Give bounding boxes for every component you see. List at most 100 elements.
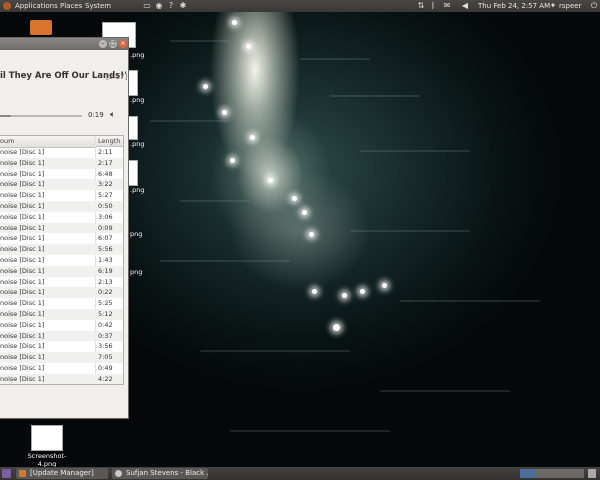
window-titlebar[interactable]: – □ × [0, 38, 128, 50]
taskbar-button-update-manager[interactable]: [Update Manager] [16, 468, 108, 479]
table-row[interactable]: noise [Disc 1] 0:50 [0, 201, 123, 212]
water-ripple [170, 40, 230, 42]
water-ripple [160, 260, 290, 262]
table-row[interactable]: noise [Disc 1] 5:56 [0, 244, 123, 255]
column-header-length[interactable]: Length [96, 136, 123, 147]
ubuntu-logo-icon[interactable] [3, 2, 11, 10]
track-album: noise [Disc 1] [0, 266, 45, 275]
track-album: noise [Disc 1] [0, 320, 45, 329]
places-menu[interactable]: Places [60, 0, 82, 12]
system-menu[interactable]: System [85, 0, 111, 12]
track-album: noise [Disc 1] [0, 158, 45, 167]
water-ripple [180, 200, 250, 202]
browser-launcher-icon[interactable]: ◉ [154, 1, 164, 11]
track-album: noise [Disc 1] [0, 223, 45, 232]
track-length: 5:25 [98, 299, 113, 308]
table-row[interactable]: noise [Disc 1] 2:17 [0, 157, 123, 169]
table-row[interactable]: noise [Disc 1] 0:42 [0, 320, 123, 331]
track-length: 0:49 [98, 364, 113, 372]
track-album: noise [Disc 1] [0, 256, 45, 264]
user-menu[interactable]: rspeer [559, 0, 581, 12]
workspace-switcher[interactable] [520, 469, 584, 478]
folder-icon[interactable] [30, 20, 52, 35]
water-sparkle [203, 84, 208, 89]
terminal-launcher-icon[interactable]: ▭ [142, 1, 152, 11]
track-length: 3:22 [98, 180, 113, 189]
network-icon[interactable]: ⇅ [416, 1, 426, 11]
track-length: 2:13 [98, 277, 113, 286]
desktop-icon-label: .png [130, 51, 145, 59]
seek-bar[interactable] [0, 115, 82, 117]
table-row[interactable]: noise [Disc 1] 6:48 [0, 169, 123, 180]
table-row[interactable]: noise [Disc 1] 6:19 [0, 265, 123, 277]
table-row[interactable]: noise [Disc 1] 1:43 [0, 255, 123, 266]
track-length: 5:12 [98, 310, 113, 318]
water-ripple [150, 120, 230, 122]
table-row[interactable]: noise [Disc 1] 3:06 [0, 212, 123, 223]
track-album: noise [Disc 1] [0, 374, 45, 383]
music-player-window: – □ × il They Are Off Our Lands!' [2:17]… [0, 37, 129, 419]
track-length: 3:56 [98, 342, 113, 351]
screenshot-file-icon[interactable] [31, 425, 63, 451]
track-album: noise [Disc 1] [0, 191, 45, 200]
table-row[interactable]: noise [Disc 1] 3:22 [0, 179, 123, 191]
power-icon[interactable]: ⏻ [589, 1, 599, 11]
water-sparkle [230, 158, 235, 163]
maximize-button[interactable]: □ [109, 40, 117, 48]
table-row[interactable]: noise [Disc 1] 2:11 [0, 147, 123, 158]
trash-icon[interactable] [588, 469, 596, 478]
volume-button-icon[interactable]: 🔈︎ [110, 110, 115, 120]
bottom-panel: [Update Manager] Sufjan Stevens - Black … [0, 467, 600, 480]
track-album: noise [Disc 1] [0, 277, 45, 286]
help-launcher-icon[interactable]: ? [166, 1, 176, 11]
table-row[interactable]: noise [Disc 1] 0:37 [0, 330, 123, 342]
track-album: noise [Disc 1] [0, 169, 45, 178]
taskbar-label: Sufjan Stevens - Black ... [126, 469, 208, 477]
mail-icon[interactable]: ✉ [442, 1, 452, 11]
water-sparkle [312, 289, 317, 294]
bluetooth-icon[interactable]: ᛒ [428, 1, 438, 11]
close-button[interactable]: × [119, 40, 127, 48]
water-sparkle [222, 110, 227, 115]
table-row[interactable]: noise [Disc 1] 6:07 [0, 233, 123, 244]
track-length: 6:48 [98, 169, 113, 178]
desktop-icon-label: png [130, 230, 143, 238]
track-album: noise [Disc 1] [0, 288, 45, 297]
clock[interactable]: Thu Feb 24, 2:57 AM [478, 0, 550, 12]
taskbar-button-music-player[interactable]: Sufjan Stevens - Black ... [112, 468, 208, 479]
volume-icon[interactable]: ◀ [460, 1, 470, 11]
table-row[interactable]: noise [Disc 1] 0:49 [0, 363, 123, 374]
table-row[interactable]: noise [Disc 1] 5:27 [0, 190, 123, 201]
seek-progress [0, 115, 12, 117]
track-length: 6:19 [98, 266, 113, 275]
minimize-button[interactable]: – [99, 40, 107, 48]
table-row[interactable]: noise [Disc 1] 0:09 [0, 222, 123, 234]
workspace-1[interactable] [520, 469, 535, 478]
table-row[interactable]: noise [Disc 1] 7:05 [0, 352, 123, 363]
desktop-icon-label: .png [130, 186, 145, 194]
track-list[interactable]: oum Length noise [Disc 1] 2:11 noise [Disc… [0, 135, 124, 385]
table-row[interactable]: noise [Disc 1] 4:22 [0, 373, 123, 384]
music-player-icon [115, 470, 122, 477]
applications-menu[interactable]: Applications [15, 0, 58, 12]
taskbar-label: [Update Manager] [30, 469, 94, 477]
table-row[interactable]: noise [Disc 1] 5:25 [0, 298, 123, 309]
table-row[interactable]: noise [Disc 1] 2:13 [0, 277, 123, 288]
track-length: 2:11 [98, 148, 113, 156]
desktop-icon-label: .png [130, 96, 145, 104]
user-status-icon[interactable]: ✦ [548, 1, 558, 11]
water-ripple [330, 95, 420, 97]
track-album: noise [Disc 1] [0, 202, 45, 210]
table-row[interactable]: noise [Disc 1] 3:56 [0, 341, 123, 352]
app-launcher-icon[interactable]: ✱ [178, 1, 188, 11]
water-ripple [300, 58, 370, 60]
water-sparkle [309, 232, 314, 237]
table-row[interactable]: noise [Disc 1] 5:12 [0, 309, 123, 320]
track-length: 5:56 [98, 245, 113, 254]
show-desktop-icon[interactable] [2, 469, 11, 478]
water-ripple [230, 430, 390, 432]
desktop-icon-label: Screenshot-4.png [27, 452, 67, 468]
table-row[interactable]: noise [Disc 1] 0:22 [0, 287, 123, 299]
track-album: noise [Disc 1] [0, 299, 45, 308]
water-sparkle [250, 135, 255, 140]
